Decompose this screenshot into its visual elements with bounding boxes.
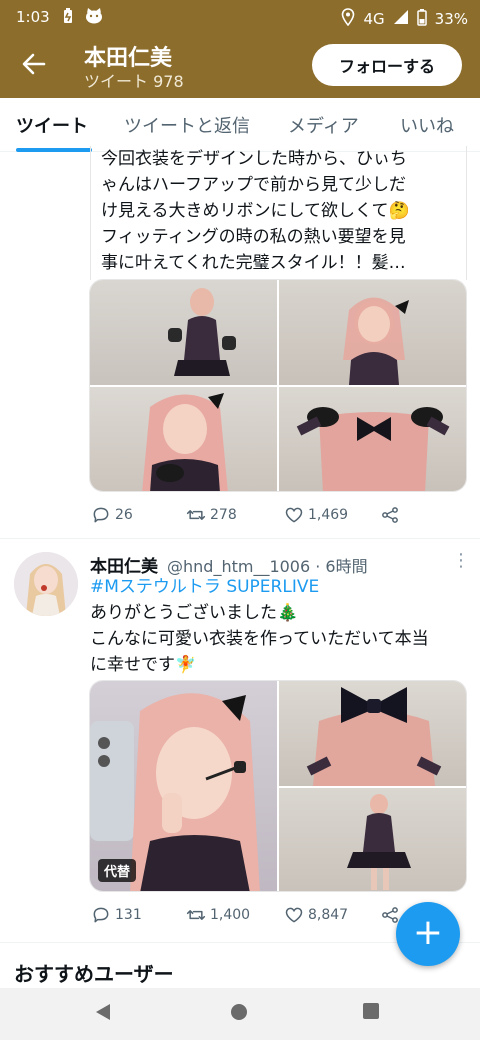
tab-tweets[interactable]: ツイート <box>16 112 88 138</box>
tweet-photo[interactable]: 代替 <box>90 681 277 891</box>
profile-header: 本田仁美 ツイート 978 フォローする <box>0 34 480 98</box>
more-options-icon[interactable]: ⋮ <box>452 550 470 571</box>
plus-icon: + <box>412 912 444 953</box>
reply-count: 26 <box>115 507 133 523</box>
tweet-photo[interactable] <box>279 387 466 491</box>
tweet-body[interactable]: 今回衣装をデザインした時から、ひぃち ゃんはハーフアップで前から見て少しだ け見… <box>101 146 473 274</box>
retweet-icon <box>186 910 206 920</box>
retweet-icon <box>186 510 206 520</box>
battery-icon <box>416 8 427 30</box>
location-icon <box>341 8 355 30</box>
reply-icon <box>93 507 109 523</box>
tweet-photo[interactable] <box>90 280 277 385</box>
tweet-text-line: フィッティングの時の私の熱い要望を見 <box>101 227 406 247</box>
thread-border <box>466 146 467 280</box>
tab-media[interactable]: メディア <box>288 112 359 138</box>
thread-border <box>90 146 91 280</box>
reply-button[interactable]: 131 <box>91 905 142 925</box>
tweet-text-line: ゃんはハーフアップで前から見て少しだ <box>101 175 406 195</box>
battery-saver-icon <box>62 7 74 29</box>
tweet-media-grid: 代替 <box>89 680 467 892</box>
share-button[interactable] <box>380 505 400 525</box>
heart-icon <box>285 907 303 923</box>
status-right: 4G 33% <box>341 8 468 30</box>
tweet-count: ツイート 978 <box>84 72 184 91</box>
follow-button[interactable]: フォローする <box>312 44 462 86</box>
tweet-body[interactable]: #Mステウルトラ SUPERLIVE ありがとうございました🎄 こんなに可愛い衣… <box>90 574 470 678</box>
tweet-text-line: こんなに可愛い衣装を作っていただいて本当 <box>90 629 429 649</box>
like-button[interactable]: 1,469 <box>284 505 348 525</box>
status-time: 1:03 <box>16 8 50 26</box>
like-count: 8,847 <box>308 907 349 923</box>
tweet-photo[interactable] <box>279 681 466 786</box>
signal-icon <box>393 9 409 29</box>
compose-tweet-button[interactable]: + <box>396 902 460 966</box>
alt-text-badge[interactable]: 代替 <box>98 859 137 882</box>
battery-percent: 33% <box>434 10 468 28</box>
share-icon <box>382 507 398 523</box>
status-bar: 1:03 4G 33% <box>0 0 480 34</box>
like-count: 1,469 <box>308 507 349 523</box>
retweet-count: 278 <box>210 507 237 523</box>
recommended-users-heading: おすすめユーザー <box>14 962 174 986</box>
tab-tweets-replies[interactable]: ツイートと返信 <box>124 112 250 138</box>
retweet-button[interactable]: 278 <box>186 505 237 525</box>
tweet-photo[interactable] <box>90 387 277 491</box>
reply-icon <box>93 907 109 923</box>
tweet-text-line: 事に叶えてくれた完璧スタイル！！髪… <box>101 253 406 273</box>
tab-likes[interactable]: いいね <box>400 112 454 138</box>
tweet-media-grid <box>89 279 467 492</box>
profile-tabs: ツイート ツイートと返信 メディア いいね <box>0 98 480 152</box>
cat-app-icon <box>84 7 104 29</box>
system-nav-bar <box>0 988 480 1040</box>
reply-count: 131 <box>115 907 142 923</box>
avatar[interactable] <box>14 552 78 616</box>
tweet-text-line: 今回衣装をデザインした時から、ひぃち <box>101 149 407 169</box>
active-tab-indicator <box>16 148 92 152</box>
nav-back-icon[interactable] <box>94 1002 112 1026</box>
tweet-text-line: に幸せです🧚 <box>90 655 197 675</box>
back-arrow-icon[interactable] <box>18 48 50 80</box>
network-type: 4G <box>363 10 385 28</box>
tweet-photo[interactable] <box>279 280 466 385</box>
hashtag-link[interactable]: #Mステウルトラ SUPERLIVE <box>90 574 470 600</box>
tweet-text-line: ありがとうございました🎄 <box>90 603 299 623</box>
reply-button[interactable]: 26 <box>91 505 133 525</box>
tweet-divider <box>0 538 480 539</box>
tweet-text-line: け見える大きめリボンにして欲しくて🤔 <box>101 201 410 221</box>
heart-icon <box>285 507 303 523</box>
like-button[interactable]: 8,847 <box>284 905 348 925</box>
nav-home-icon[interactable] <box>229 1002 249 1026</box>
nav-recents-icon[interactable] <box>362 1002 380 1024</box>
retweet-button[interactable]: 1,400 <box>186 905 250 925</box>
retweet-count: 1,400 <box>210 907 251 923</box>
tweet-photo[interactable] <box>279 788 466 891</box>
